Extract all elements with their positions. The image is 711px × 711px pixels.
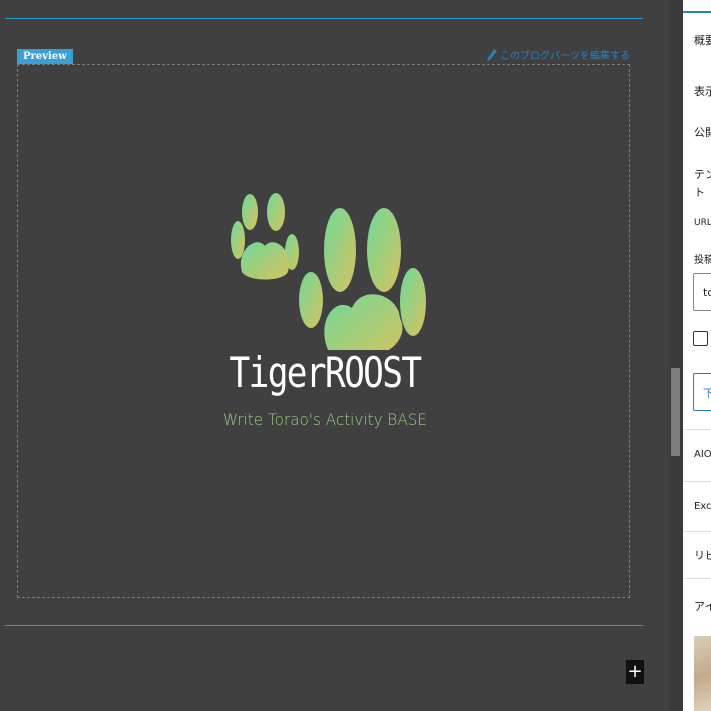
sidebar-action-label: 下 <box>703 387 711 400</box>
sidebar-item-author: 投稿 <box>694 255 711 266</box>
sidebar-item-excerpt[interactable]: Exce <box>694 501 711 512</box>
sidebar-divider <box>683 578 711 579</box>
sidebar-divider <box>683 481 711 482</box>
sidebar-item-template-cont: ト <box>694 186 705 199</box>
sidebar-divider <box>683 429 711 430</box>
featured-image-thumbnail[interactable] <box>694 636 711 711</box>
editor-scrollbar[interactable] <box>670 0 683 711</box>
sidebar-item-template[interactable]: テン <box>694 166 711 182</box>
sidebar-divider <box>683 531 711 532</box>
sidebar-item-visibility[interactable]: 表示 <box>694 83 711 99</box>
sidebar-item-summary[interactable]: 概要 <box>694 32 711 48</box>
sidebar-item-publish[interactable]: 公開 <box>694 124 711 140</box>
editor-canvas: Preview このブログパーツを編集する TigerROOST Write T… <box>0 0 670 711</box>
block-bottom-divider <box>5 625 643 626</box>
block-top-divider <box>5 18 643 19</box>
author-input-value: to <box>703 286 711 299</box>
pencil-icon <box>487 48 498 61</box>
preview-badge: Preview <box>17 49 73 64</box>
sidebar-active-tab[interactable] <box>683 0 711 13</box>
paw-logo <box>231 193 426 350</box>
sidebar-action-button[interactable]: 下 <box>693 373 711 411</box>
sidebar-item-featured-image[interactable]: アイ <box>694 598 711 614</box>
sidebar-checkbox[interactable] <box>693 331 708 346</box>
sidebar-item-revisions[interactable]: リビ <box>694 547 711 563</box>
sidebar-item-aioseo[interactable]: AIOS <box>694 449 711 460</box>
brand-tagline: Write Torao's Activity BASE <box>222 410 428 429</box>
edit-blog-part-label: このブログパーツを編集する <box>500 51 630 62</box>
add-block-button[interactable]: + <box>626 660 644 684</box>
sidebar-item-url[interactable]: URL <box>694 218 711 228</box>
editor-scrollbar-thumb[interactable] <box>671 368 680 456</box>
edit-blog-part-link[interactable]: このブログパーツを編集する <box>487 47 630 62</box>
brand-title: TigerROOST <box>229 348 423 397</box>
settings-sidebar: 概要 表示 公開 テン ト URL 投稿 to 下 AIOS Exce リビ ア… <box>683 0 711 711</box>
author-input[interactable]: to <box>693 273 711 311</box>
